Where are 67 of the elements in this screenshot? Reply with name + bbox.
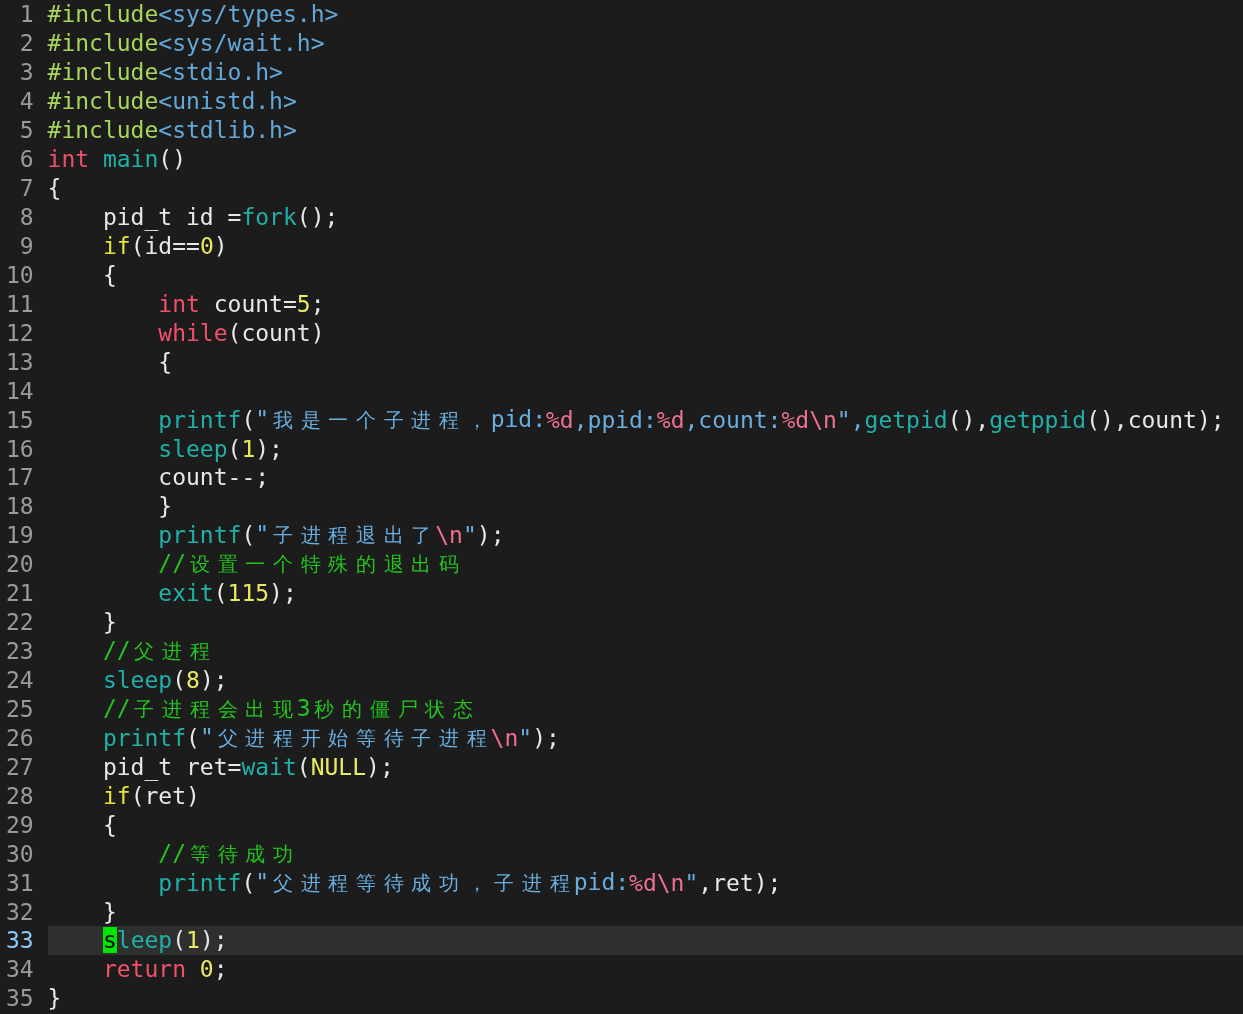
- code-line: while(count): [157, 318, 326, 348]
- code-line: if(ret): [101, 781, 201, 811]
- code-line: printf("我是一个子进程，pid:%d,ppid:%d,count:%d\n",getpid(),getppid(),count);: [157, 405, 1226, 435]
- line-number: 20: [5, 551, 35, 578]
- line-number: 34: [5, 956, 35, 983]
- line-number: 26: [5, 724, 35, 751]
- code-line: printf("子进程退出了 \n");: [157, 520, 506, 550]
- code-line: //等待成功: [157, 839, 294, 868]
- code-line: exit(115);: [157, 579, 298, 608]
- code-line: #include<unistd.h>: [47, 87, 298, 116]
- code-line: }: [47, 984, 63, 1013]
- line-number: 17: [5, 464, 35, 491]
- line-number: 32: [5, 898, 35, 925]
- code-line: {: [47, 174, 63, 203]
- line-number: 19: [5, 522, 35, 549]
- line-number: 28: [5, 782, 35, 809]
- line-number: 1: [18, 1, 35, 28]
- line-number: 6: [18, 146, 35, 173]
- line-number: 7: [18, 175, 35, 202]
- line-number: 16: [5, 435, 35, 462]
- code-line: {: [101, 810, 118, 840]
- line-number: 24: [5, 667, 35, 694]
- line-number: 8: [18, 204, 35, 231]
- code-line: sleep(8);: [101, 666, 229, 695]
- code-line: {: [157, 347, 174, 377]
- code-line: }: [101, 897, 118, 926]
- line-number: 12: [5, 319, 35, 346]
- line-number: 4: [18, 88, 35, 115]
- line-number: 18: [5, 493, 35, 520]
- code-line: pid_t ret=wait(NULL);: [101, 752, 395, 782]
- code-line: }: [101, 608, 118, 637]
- code-line: printf("父进程开始等待子进程 \n");: [101, 723, 561, 753]
- line-number: 13: [5, 348, 35, 375]
- code-line: #include<sys/types.h>: [47, 0, 340, 29]
- line-number: 23: [5, 638, 35, 665]
- line-number: 5: [18, 117, 35, 144]
- line-number: 27: [5, 753, 35, 780]
- code-line: pid_t id =fork();: [101, 203, 340, 232]
- line-number: 31: [5, 869, 35, 896]
- line-number: 25: [5, 695, 35, 722]
- line-number: 30: [5, 840, 35, 867]
- code-line: #include<stdlib.h>: [47, 116, 298, 145]
- line-number: 9: [18, 232, 35, 259]
- line-number: 10: [5, 261, 35, 288]
- code-line: return 0;: [101, 955, 229, 984]
- code-line: int main(): [47, 145, 188, 174]
- code-line: #include<sys/wait.h>: [47, 29, 326, 58]
- code-line: //子进程会出现3秒的僵尸状态: [101, 694, 474, 723]
- code-line: int count=5;: [157, 289, 326, 319]
- line-number: 2: [18, 30, 35, 57]
- line-number: 33: [5, 927, 35, 954]
- code-line: }: [157, 492, 174, 521]
- code-line: sleep(1);: [157, 434, 284, 463]
- line-number: 11: [5, 290, 35, 317]
- line-number: 3: [18, 59, 35, 86]
- line-number: 35: [5, 985, 35, 1012]
- code-line: //设置一个特殊的退出码: [157, 549, 461, 579]
- line-number: 21: [5, 580, 35, 607]
- line-number: 22: [5, 609, 35, 636]
- line-number: 14: [5, 377, 35, 404]
- line-number: 29: [5, 811, 35, 838]
- code-line: if(id==0): [101, 231, 229, 261]
- code-line: //父进程: [101, 636, 211, 666]
- code-line: count--;: [157, 463, 271, 492]
- code-line: {: [101, 260, 118, 290]
- code-line: #include<stdio.h>: [47, 58, 284, 87]
- line-number: 15: [5, 406, 35, 433]
